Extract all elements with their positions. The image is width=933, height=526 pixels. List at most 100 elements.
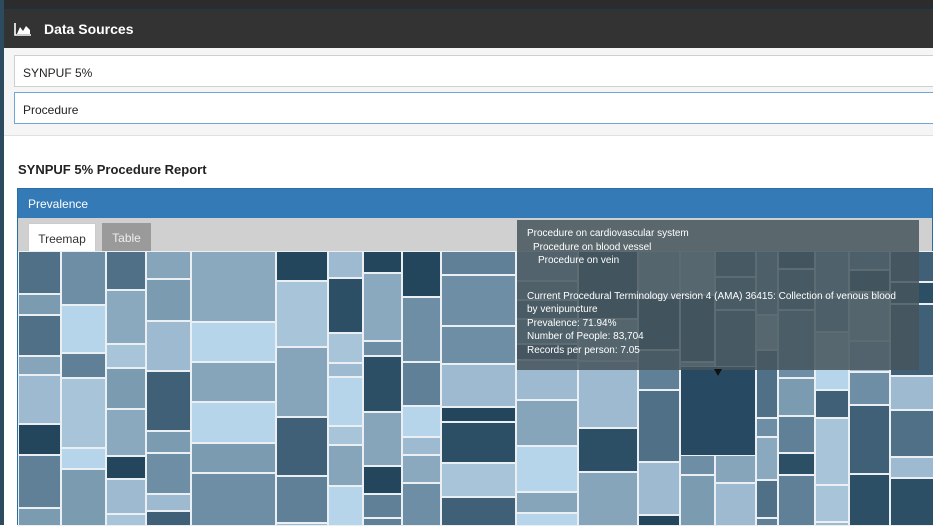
treemap-cell[interactable] [106, 514, 146, 526]
treemap-cell[interactable] [363, 356, 402, 412]
treemap-cell[interactable] [363, 494, 402, 518]
treemap-cell[interactable] [815, 522, 849, 526]
treemap-cell[interactable] [146, 431, 191, 453]
treemap-cell[interactable] [328, 278, 363, 333]
treemap-cell[interactable] [516, 446, 578, 492]
treemap-cell[interactable] [578, 361, 638, 428]
treemap-cell[interactable] [18, 356, 61, 375]
treemap-cell[interactable] [61, 305, 106, 353]
treemap-cell[interactable] [815, 485, 849, 522]
treemap-cell[interactable] [328, 333, 363, 363]
treemap-cell[interactable] [191, 402, 276, 443]
treemap-cell[interactable] [191, 322, 276, 362]
treemap-cell[interactable] [578, 428, 638, 472]
treemap-cell-highlighted[interactable] [680, 366, 756, 456]
treemap-cell[interactable] [18, 251, 61, 294]
treemap-cell[interactable] [146, 321, 191, 371]
treemap-cell[interactable] [276, 251, 328, 281]
treemap-cell[interactable] [191, 251, 276, 322]
treemap-cell[interactable] [18, 424, 61, 455]
treemap-cell[interactable] [106, 479, 146, 514]
treemap-cell[interactable] [363, 412, 402, 466]
treemap-cell[interactable] [890, 410, 933, 457]
treemap-cell[interactable] [849, 405, 890, 474]
treemap-cell[interactable] [441, 275, 516, 326]
treemap-cell[interactable] [146, 371, 191, 431]
tab-table[interactable]: Table [102, 223, 151, 251]
treemap-cell[interactable] [328, 251, 363, 278]
treemap-cell[interactable] [578, 472, 638, 526]
tab-treemap[interactable]: Treemap [28, 223, 96, 251]
treemap-cell[interactable] [328, 363, 363, 377]
treemap-cell[interactable] [276, 281, 328, 347]
treemap-cell[interactable] [363, 251, 402, 273]
treemap-cell[interactable] [363, 466, 402, 494]
treemap-cell[interactable] [778, 378, 815, 416]
treemap-cell[interactable] [146, 494, 191, 511]
treemap-cell[interactable] [778, 453, 815, 475]
treemap-cell[interactable] [778, 416, 815, 453]
treemap-cell[interactable] [61, 251, 106, 305]
treemap-cell[interactable] [890, 478, 933, 526]
treemap-cell[interactable] [441, 407, 516, 422]
treemap-cell[interactable] [890, 457, 933, 478]
source-select[interactable]: SYNPUF 5% [14, 55, 933, 87]
treemap-cell[interactable] [715, 483, 756, 526]
treemap-cell[interactable] [402, 297, 441, 362]
treemap-cell[interactable] [18, 455, 61, 508]
treemap-cell[interactable] [61, 448, 106, 469]
treemap-cell[interactable] [276, 476, 328, 523]
treemap-cell[interactable] [441, 463, 516, 497]
treemap-cell[interactable] [638, 390, 680, 462]
treemap-cell[interactable] [18, 375, 61, 424]
treemap-cell[interactable] [516, 513, 578, 526]
treemap-cell[interactable] [441, 326, 516, 364]
treemap-cell[interactable] [402, 455, 441, 483]
treemap-cell[interactable] [638, 462, 680, 515]
treemap-cell[interactable] [402, 483, 441, 526]
treemap-cell[interactable] [106, 344, 146, 368]
treemap-cell[interactable] [402, 251, 441, 297]
treemap-cell[interactable] [18, 315, 61, 356]
treemap-cell[interactable] [106, 251, 146, 290]
treemap-cell[interactable] [61, 378, 106, 448]
treemap-cell[interactable] [441, 251, 516, 275]
treemap-cell[interactable] [849, 372, 890, 405]
treemap-cell[interactable] [815, 418, 849, 485]
treemap-cell[interactable] [191, 362, 276, 402]
treemap-cell[interactable] [441, 497, 516, 526]
treemap-cell[interactable] [61, 353, 106, 378]
treemap-cell[interactable] [18, 508, 61, 526]
treemap-cell[interactable] [363, 341, 402, 356]
treemap-cell[interactable] [516, 492, 578, 513]
treemap-cell[interactable] [849, 474, 890, 526]
treemap-cell[interactable] [778, 475, 815, 526]
treemap-cell[interactable] [328, 445, 363, 486]
treemap-cell[interactable] [328, 426, 363, 445]
treemap-cell[interactable] [756, 437, 778, 480]
treemap-cell[interactable] [18, 294, 61, 315]
treemap-cell[interactable] [146, 453, 191, 494]
treemap-cell[interactable] [638, 515, 680, 526]
treemap-cell[interactable] [191, 473, 276, 526]
treemap-cell[interactable] [106, 290, 146, 344]
treemap-cell[interactable] [516, 400, 578, 446]
treemap-cell[interactable] [402, 406, 441, 437]
domain-select[interactable]: Procedure [14, 92, 933, 124]
treemap-cell[interactable] [441, 422, 516, 463]
treemap-cell[interactable] [106, 368, 146, 409]
treemap-cell[interactable] [276, 417, 328, 476]
treemap-cell[interactable] [890, 376, 933, 410]
treemap-cell[interactable] [61, 469, 106, 526]
treemap-cell[interactable] [815, 390, 849, 418]
treemap-cell[interactable] [680, 475, 715, 526]
treemap-cell[interactable] [146, 279, 191, 321]
treemap-cell[interactable] [328, 377, 363, 426]
treemap-cell[interactable] [191, 443, 276, 473]
treemap-cell[interactable] [146, 511, 191, 526]
treemap-cell[interactable] [328, 486, 363, 526]
treemap-cell[interactable] [756, 480, 778, 518]
treemap-cell[interactable] [402, 437, 441, 455]
treemap-cell[interactable] [106, 409, 146, 456]
treemap-cell[interactable] [146, 251, 191, 279]
